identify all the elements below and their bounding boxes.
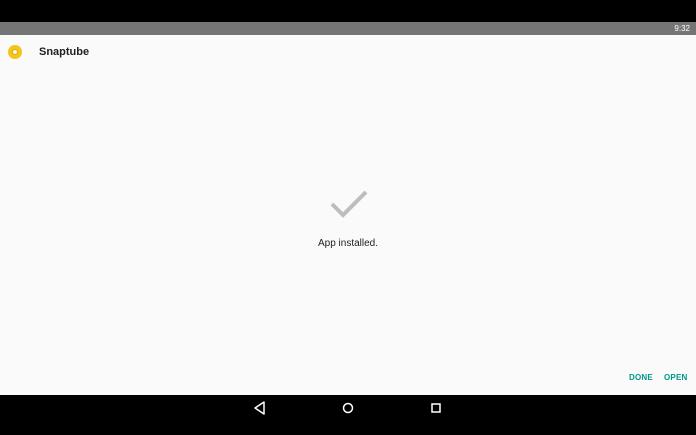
- android-screen: 9:32 Snaptube App installed. DONE OPEN: [0, 0, 696, 435]
- home-icon[interactable]: [338, 398, 358, 418]
- status-bar: 9:32: [0, 22, 696, 35]
- open-button[interactable]: OPEN: [664, 372, 687, 384]
- done-button[interactable]: DONE: [629, 372, 653, 384]
- status-time: 9:32: [674, 24, 690, 33]
- checkmark-icon: [330, 190, 368, 218]
- top-letterbox: [0, 0, 696, 22]
- snaptube-icon: [8, 45, 22, 59]
- navigation-bar: [0, 395, 696, 435]
- app-header: Snaptube: [0, 35, 696, 69]
- recents-icon[interactable]: [426, 398, 446, 418]
- install-status-message: App installed.: [317, 238, 379, 249]
- back-icon[interactable]: [250, 398, 270, 418]
- app-title: Snaptube: [39, 46, 90, 58]
- installer-content: Snaptube App installed. DONE OPEN: [0, 35, 696, 395]
